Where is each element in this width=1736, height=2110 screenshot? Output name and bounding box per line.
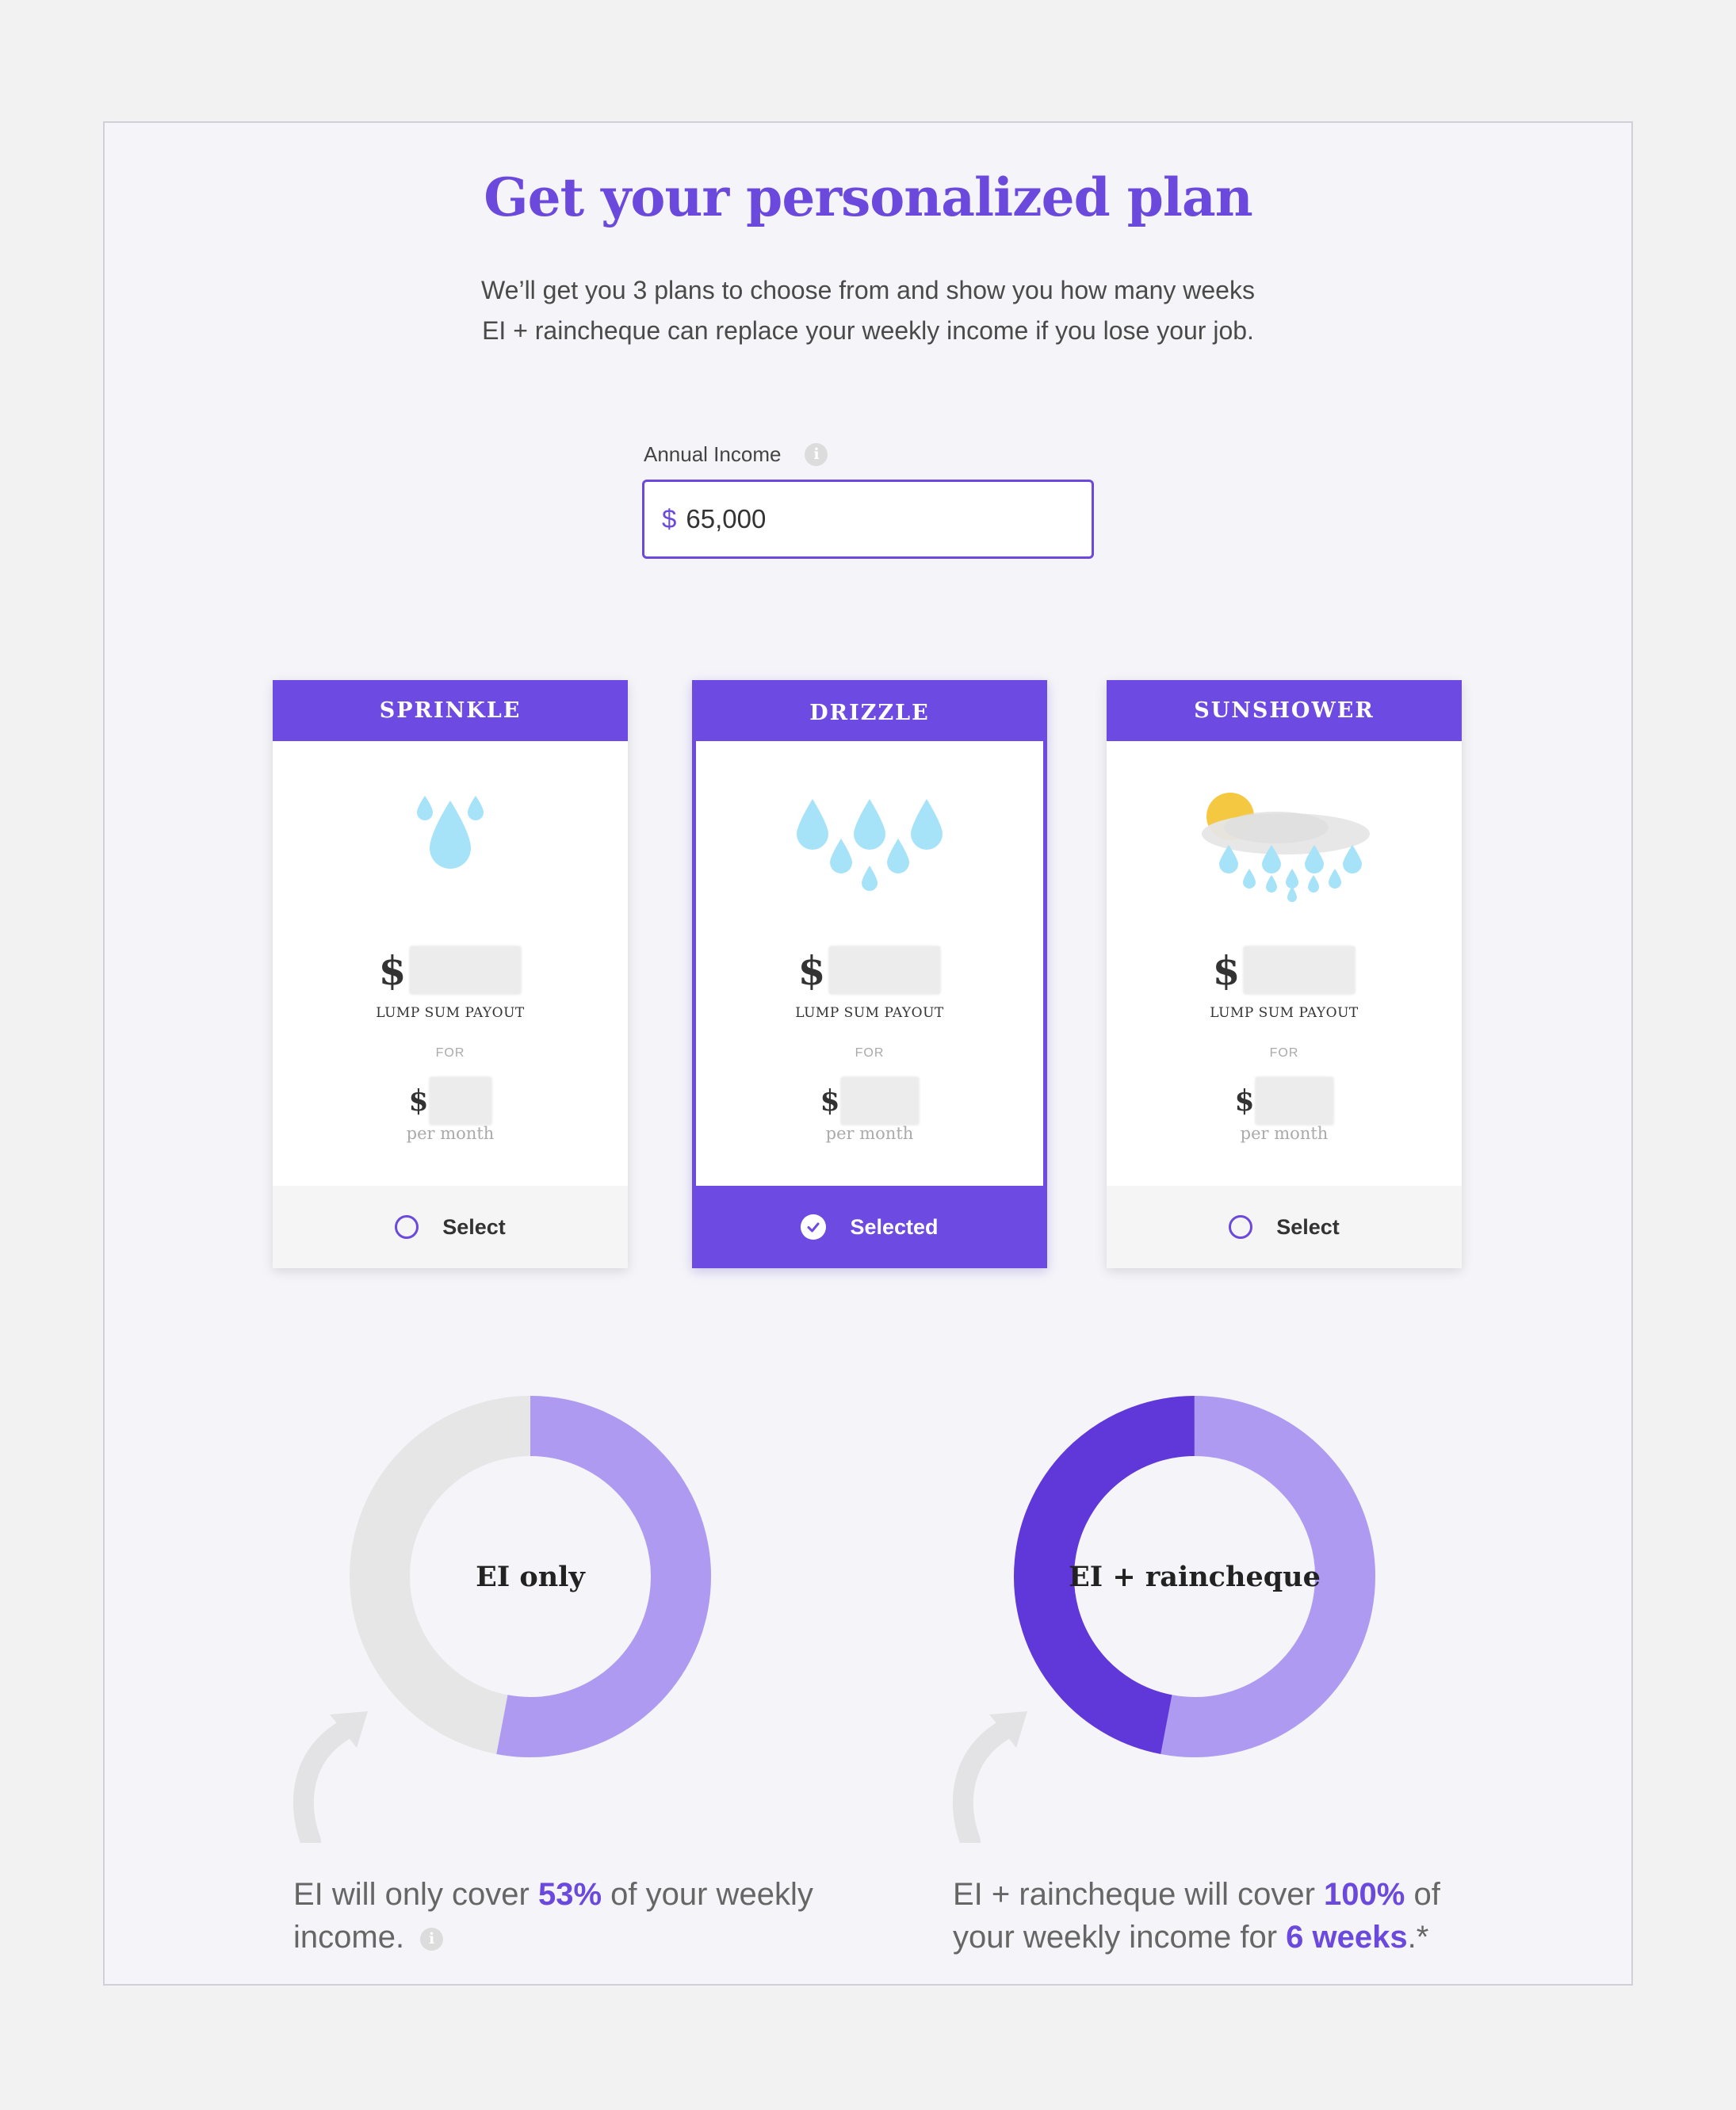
annual-income-input[interactable]: $ 65,000 [642, 480, 1094, 559]
info-icon[interactable]: i [420, 1927, 444, 1951]
subtitle-line-1: We’ll get you 3 plans to choose from and… [481, 276, 1255, 304]
lump-currency: $ [378, 946, 407, 994]
curved-arrow-icon [293, 1711, 368, 1843]
lump-sum-label: LUMP SUM PAYOUT [376, 1005, 525, 1021]
monthly-currency: $ [1234, 1084, 1255, 1118]
lump-amount-redacted [828, 946, 942, 995]
plan-card-sunshower[interactable]: SUNSHOWER $ LUMP SUM PAYOUT FOR $ per mo… [1107, 680, 1462, 1268]
lump-sum-amount: $ [273, 946, 628, 995]
caption-percentage: 53% [537, 1877, 602, 1912]
caption-weeks: 6 weeks [1286, 1920, 1408, 1955]
annual-income-value[interactable]: 65,000 [686, 504, 766, 534]
single-raindrop-icon [273, 791, 628, 910]
selected-label: Selected [850, 1214, 939, 1239]
monthly-amount: $ [273, 1076, 628, 1126]
curved-arrow-icon [952, 1711, 1027, 1843]
radio-icon[interactable] [1229, 1215, 1253, 1239]
plan-card-title: SPRINKLE [273, 680, 628, 741]
per-month-label: per month [406, 1124, 495, 1143]
annual-income-label: Annual Income i [644, 442, 828, 467]
ei-raincheque-donut: EI + raincheque [1012, 1394, 1377, 1759]
lump-sum-label: LUMP SUM PAYOUT [795, 1005, 944, 1021]
select-button[interactable]: Select [273, 1186, 628, 1268]
for-label: FOR [435, 1046, 465, 1060]
lump-sum-amount: $ [1107, 946, 1462, 995]
for-label: FOR [1269, 1046, 1299, 1060]
lump-currency: $ [1212, 946, 1241, 994]
ei-only-caption: EI will only cover 53% of your weekly in… [293, 1873, 832, 1959]
per-month-label: per month [1240, 1124, 1329, 1143]
monthly-amount-redacted [428, 1076, 492, 1126]
caption-percentage: 100% [1324, 1877, 1405, 1912]
lump-currency: $ [797, 946, 826, 994]
plan-card-title: DRIZZLE [696, 684, 1043, 741]
monthly-currency: $ [408, 1084, 429, 1118]
ei-only-donut: EI only [348, 1394, 713, 1759]
currency-symbol: $ [662, 504, 677, 533]
ei-raincheque-caption: EI + raincheque will cover 100% of your … [953, 1873, 1476, 1959]
monthly-amount: $ [1107, 1076, 1462, 1126]
plan-card-drizzle[interactable]: DRIZZLE $ LUMP SUM PAYOUT FOR $ per mont… [692, 680, 1047, 1268]
page-subtitle: We’ll get you 3 plans to choose from and… [105, 270, 1631, 351]
monthly-amount-redacted [1254, 1076, 1334, 1126]
monthly-amount-redacted [839, 1076, 920, 1126]
annual-income-label-text: Annual Income [644, 442, 782, 466]
plan-card-sprinkle[interactable]: SPRINKLE $ LUMP SUM PAYOUT FOR $ per mon… [273, 680, 628, 1268]
caption-text: EI + raincheque will cover [953, 1877, 1325, 1912]
lump-amount-redacted [1243, 946, 1356, 995]
sun-cloud-rain-icon [1107, 783, 1462, 902]
select-button[interactable]: Select [1107, 1186, 1462, 1268]
lump-amount-redacted [409, 946, 522, 995]
for-label: FOR [855, 1046, 885, 1060]
donut-center-label: EI + raincheque [1069, 1560, 1321, 1593]
checkmark-icon[interactable] [801, 1214, 827, 1240]
radio-icon[interactable] [395, 1215, 419, 1239]
drizzle-raindrops-icon [696, 793, 1043, 912]
donut-center-label: EI only [476, 1560, 585, 1593]
page-title: Get your personalized plan [484, 166, 1252, 228]
info-icon[interactable]: i [805, 443, 828, 466]
monthly-currency: $ [820, 1084, 840, 1118]
caption-text: .* [1407, 1920, 1429, 1955]
per-month-label: per month [825, 1124, 914, 1143]
plan-panel: Get your personalized plan We’ll get you… [103, 121, 1633, 1986]
selected-button[interactable]: Selected [692, 1186, 1047, 1268]
lump-sum-label: LUMP SUM PAYOUT [1210, 1005, 1359, 1021]
plan-card-title: SUNSHOWER [1107, 680, 1462, 741]
caption-text: EI will only cover [293, 1877, 538, 1912]
select-label: Select [442, 1214, 506, 1239]
subtitle-line-2: EI + raincheque can replace your weekly … [482, 316, 1254, 345]
monthly-amount: $ [696, 1076, 1043, 1126]
select-label: Select [1276, 1214, 1340, 1239]
lump-sum-amount: $ [696, 946, 1043, 995]
